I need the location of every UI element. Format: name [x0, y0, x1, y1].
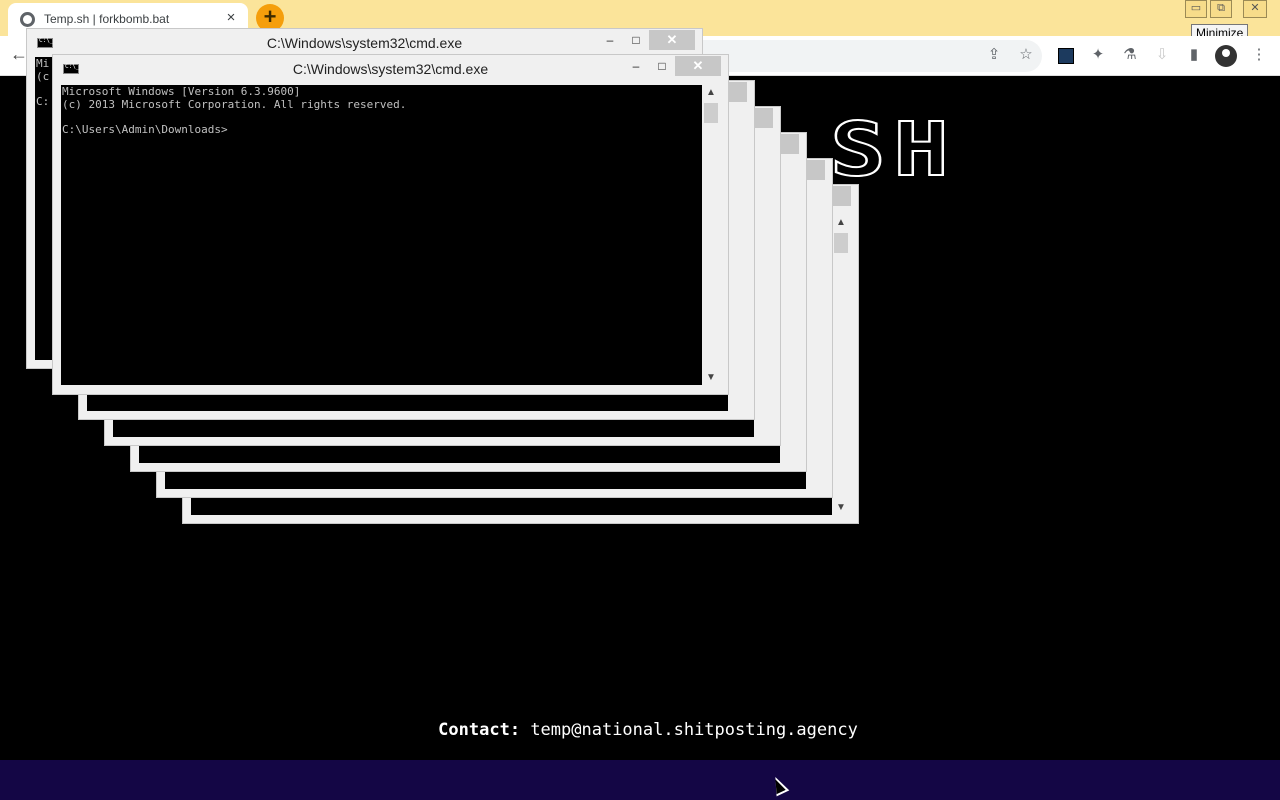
- cmd-scrollbar[interactable]: ▲ ▼: [702, 85, 720, 385]
- console-line-version: Microsoft Windows [Version 6.3.9600]: [62, 85, 301, 98]
- tab-title: Temp.sh | forkbomb.bat: [44, 12, 170, 26]
- window-close-button[interactable]: ✕: [1243, 0, 1267, 18]
- share-icon[interactable]: ⇪: [984, 45, 1004, 63]
- extension-icon[interactable]: [1058, 48, 1074, 64]
- bookmark-star-icon[interactable]: ☆: [1016, 45, 1036, 63]
- globe-icon: [20, 12, 35, 27]
- contact-email[interactable]: temp@national.shitposting.agency: [530, 720, 858, 740]
- cmd-console[interactable]: Microsoft Windows [Version 6.3.9600] (c)…: [61, 85, 702, 385]
- scroll-thumb[interactable]: [704, 103, 718, 123]
- side-panel-icon[interactable]: ▮: [1184, 45, 1204, 63]
- profile-avatar[interactable]: [1215, 45, 1237, 67]
- cmd-titlebar[interactable]: C:\Windows\system32\cmd.exe – □ ✕: [53, 55, 728, 83]
- window-minimize-button[interactable]: ▭: [1185, 0, 1207, 18]
- footer-bar: [0, 760, 1280, 800]
- extensions-puzzle-icon[interactable]: ✦: [1088, 45, 1108, 63]
- site-logo: SH: [829, 107, 957, 193]
- tab-close-icon[interactable]: ×: [222, 9, 240, 27]
- cmd-close-button[interactable]: ✕: [675, 56, 721, 76]
- contact-label: Contact:: [438, 720, 521, 740]
- contact-line: Contact: temp@national.shitposting.agenc…: [0, 720, 1280, 740]
- download-icon[interactable]: ⇩: [1152, 45, 1172, 63]
- console-line-copyright: (c) 2013 Microsoft Corporation. All righ…: [62, 98, 407, 111]
- cmd-scrollbar[interactable]: ▲ ▼: [832, 215, 850, 515]
- scroll-thumb[interactable]: [834, 233, 848, 253]
- cmd-titlebar[interactable]: C:\Windows\system32\cmd.exe – □ ✕: [27, 29, 702, 57]
- cmd-window-front[interactable]: C:\Windows\system32\cmd.exe – □ ✕ Micros…: [52, 54, 729, 395]
- scroll-down-icon[interactable]: ▼: [702, 372, 720, 383]
- window-restore-button[interactable]: ⧉: [1210, 0, 1232, 18]
- scroll-up-icon[interactable]: ▲: [832, 217, 850, 228]
- cmd-maximize-button[interactable]: □: [623, 31, 649, 51]
- cmd-minimize-button[interactable]: –: [597, 31, 623, 51]
- cmd-close-button[interactable]: ✕: [649, 30, 695, 50]
- scroll-up-icon[interactable]: ▲: [702, 87, 720, 98]
- labs-flask-icon[interactable]: ⚗: [1120, 45, 1140, 63]
- kebab-menu-icon[interactable]: ⋮: [1249, 45, 1269, 63]
- cmd-minimize-button[interactable]: –: [623, 57, 649, 77]
- screen: Temp.sh | forkbomb.bat × + ▭ ⧉ ✕ Minimiz…: [0, 0, 1280, 800]
- console-prompt: C:\Users\Admin\Downloads>: [62, 123, 228, 136]
- scroll-down-icon[interactable]: ▼: [832, 502, 850, 513]
- cmd-maximize-button[interactable]: □: [649, 57, 675, 77]
